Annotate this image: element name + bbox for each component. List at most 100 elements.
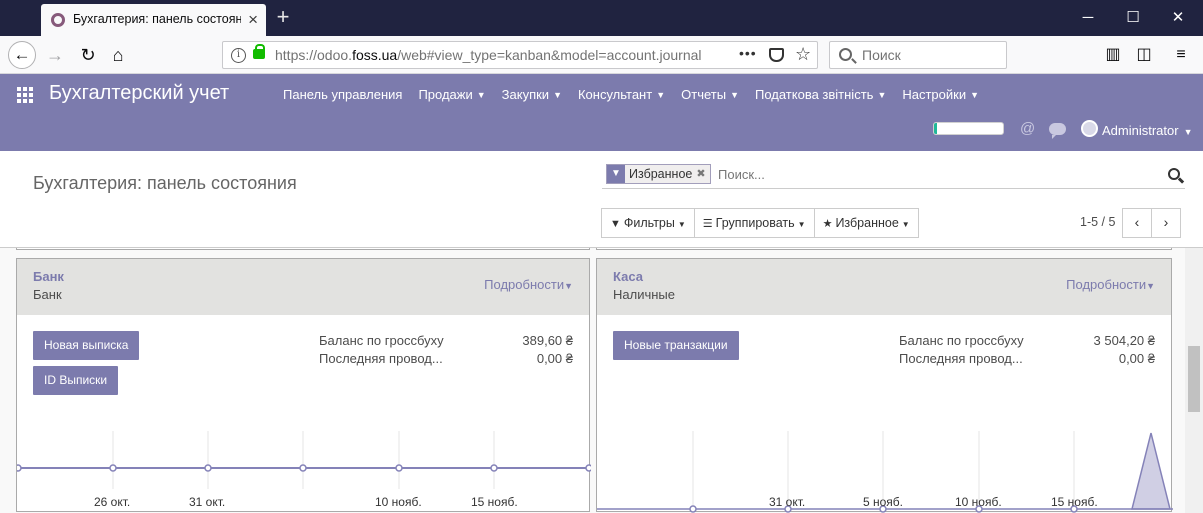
odoo-main-navbar: Бухгалтерский учет Панель управления Про…: [0, 74, 1203, 151]
control-panel: Бухгалтерия: панель состояния ▼ Избранно…: [0, 151, 1203, 248]
x-axis-label: 15 нояб.: [471, 495, 518, 509]
x-axis-label: 5 нояб.: [863, 495, 904, 509]
home-icon[interactable]: ⌂: [104, 41, 132, 69]
search-placeholder: Поиск: [862, 47, 901, 63]
url-bar[interactable]: i https://odoo.foss.ua/web#view_type=kan…: [222, 41, 818, 69]
card-header: Банк Банк Подробности▼: [17, 259, 589, 315]
pocket-icon[interactable]: [769, 48, 784, 62]
group-by-button[interactable]: ☰ Группировать ▼: [693, 208, 815, 238]
url-text[interactable]: https://odoo.foss.ua/web#view_type=kanba…: [275, 47, 705, 63]
avatar: [1081, 120, 1098, 137]
browser-search-input[interactable]: Поиск: [829, 41, 1007, 69]
new-transactions-button[interactable]: Новые транзакции: [613, 331, 739, 360]
forward-icon[interactable]: →: [41, 41, 69, 69]
page-actions-icon[interactable]: •••: [739, 45, 757, 61]
card-details-dropdown[interactable]: Подробности▼: [1066, 277, 1155, 292]
close-tab-icon[interactable]: ×: [248, 10, 258, 30]
search-view[interactable]: ▼ Избранное ✖ Поиск...: [602, 161, 1185, 189]
filter-icon: ▼: [610, 218, 621, 230]
filters-button[interactable]: ▼ Фильтры ▼: [601, 208, 695, 238]
library-icon[interactable]: ▥: [1102, 44, 1124, 66]
top-menu: Панель управления Продажи ▼ Закупки ▼ Конс…: [283, 87, 995, 102]
menu-settings[interactable]: Настройки ▼: [902, 87, 979, 102]
bank-line-graph: 26 окт. 31 окт. 10 нояб. 15 нояб.: [14, 429, 593, 513]
chat-icon[interactable]: [1049, 123, 1066, 139]
back-icon[interactable]: ←: [8, 41, 36, 69]
caret-down-icon: ▼: [677, 220, 686, 229]
caret-down-icon: ▼: [553, 90, 562, 100]
search-input[interactable]: Поиск...: [718, 167, 765, 182]
card-above-edge: [16, 248, 590, 250]
x-axis-label: 10 нояб.: [375, 495, 422, 509]
menu-tax-reporting[interactable]: Податкова звітність ▼: [755, 87, 886, 102]
apps-menu-icon[interactable]: [17, 87, 33, 103]
pager-next-button[interactable]: ›: [1151, 208, 1181, 238]
card-subtitle: Банк: [33, 287, 62, 302]
filter-icon: ▼: [607, 165, 625, 183]
url-domain: foss.ua: [352, 47, 398, 63]
x-axis-label: 10 нояб.: [955, 495, 1002, 509]
new-tab-icon[interactable]: +: [270, 2, 296, 32]
progress-fill: [934, 123, 937, 134]
stat-label: Баланс по гроссбуху: [319, 333, 444, 348]
menu-reports[interactable]: Отчеты ▼: [681, 87, 739, 102]
graph-point: [395, 464, 403, 472]
maximize-icon[interactable]: ☐: [1110, 2, 1156, 34]
x-axis-label: 31 окт.: [189, 495, 226, 509]
caret-down-icon: ▼: [656, 90, 666, 100]
card-title[interactable]: Каса: [613, 269, 643, 284]
scrollbar-thumb[interactable]: [1188, 346, 1200, 412]
page-scrollbar[interactable]: [1185, 248, 1203, 513]
caret-down-icon: ▼: [877, 90, 887, 100]
caret-down-icon: ▼: [797, 220, 806, 229]
facet-remove-icon[interactable]: ✖: [696, 165, 709, 183]
search-options: ▼ Фильтры ▼ ☰ Группировать ▼ ★ Избранное ▼: [601, 208, 919, 238]
graph-point: [204, 464, 212, 472]
facet-label: Избранное: [629, 167, 693, 181]
browser-tab-strip: Бухгалтерия: панель состояния × + ─ ☐ ✕: [0, 0, 1203, 36]
caret-down-icon: ▼: [901, 220, 910, 229]
menu-adviser[interactable]: Консультант ▼: [578, 87, 665, 102]
graph-point: [490, 464, 498, 472]
pager-previous-button[interactable]: ‹: [1122, 208, 1152, 238]
tab-title: Бухгалтерия: панель состояния: [73, 12, 241, 26]
window-close-icon[interactable]: ✕: [1155, 2, 1201, 34]
caret-down-icon: ▼: [564, 281, 573, 291]
menu-dashboard[interactable]: Панель управления: [283, 87, 402, 102]
caret-down-icon: ▼: [1146, 281, 1155, 291]
graph-point: [585, 464, 593, 472]
site-info-icon[interactable]: i: [231, 48, 246, 63]
cash-area-graph: 31 окт. 5 нояб. 10 нояб. 15 нояб.: [597, 429, 1173, 513]
planner-progress-bar[interactable]: [933, 122, 1004, 135]
mentions-icon[interactable]: @: [1020, 120, 1035, 137]
menu-sales[interactable]: Продажи ▼: [418, 87, 485, 102]
stat-value: 389,60 ₴: [522, 333, 573, 348]
graph-point: [14, 464, 22, 472]
pager-value[interactable]: 1-5 / 5: [1080, 215, 1115, 229]
caret-down-icon: ▼: [1183, 127, 1193, 137]
x-axis-label: 31 окт.: [769, 495, 806, 509]
user-menu[interactable]: Administrator ▼: [1102, 123, 1193, 138]
sidebar-icon[interactable]: ◫: [1133, 44, 1155, 66]
graph-point: [689, 505, 697, 513]
graph-area: [1131, 432, 1171, 510]
hamburger-menu-icon[interactable]: ≡: [1170, 44, 1192, 66]
journal-card-cash: Каса Наличные Подробности▼ Новые транзак…: [596, 258, 1173, 513]
menu-purchases[interactable]: Закупки ▼: [502, 87, 562, 102]
favorites-button[interactable]: ★ Избранное ▼: [813, 208, 919, 238]
odoo-favicon-icon: [51, 13, 65, 27]
bookmark-star-icon[interactable]: ☆: [795, 44, 811, 65]
card-details-dropdown[interactable]: Подробности▼: [484, 277, 573, 292]
app-title: Бухгалтерский учет: [49, 82, 230, 104]
stat-label: Последняя провод...: [319, 351, 443, 366]
stat-value: 0,00 ₴: [1118, 351, 1155, 366]
search-icon[interactable]: [1168, 168, 1180, 180]
statement-ids-button[interactable]: ID Выписки: [33, 366, 119, 395]
minimize-icon[interactable]: ─: [1065, 2, 1111, 34]
graph-point: [109, 464, 117, 472]
browser-tab[interactable]: Бухгалтерия: панель состояния ×: [41, 4, 266, 36]
stat-label: Баланс по гроссбуху: [899, 333, 1024, 348]
new-statement-button[interactable]: Новая выписка: [33, 331, 140, 360]
reload-icon[interactable]: ↻: [74, 41, 102, 69]
card-title[interactable]: Банк: [33, 269, 64, 284]
